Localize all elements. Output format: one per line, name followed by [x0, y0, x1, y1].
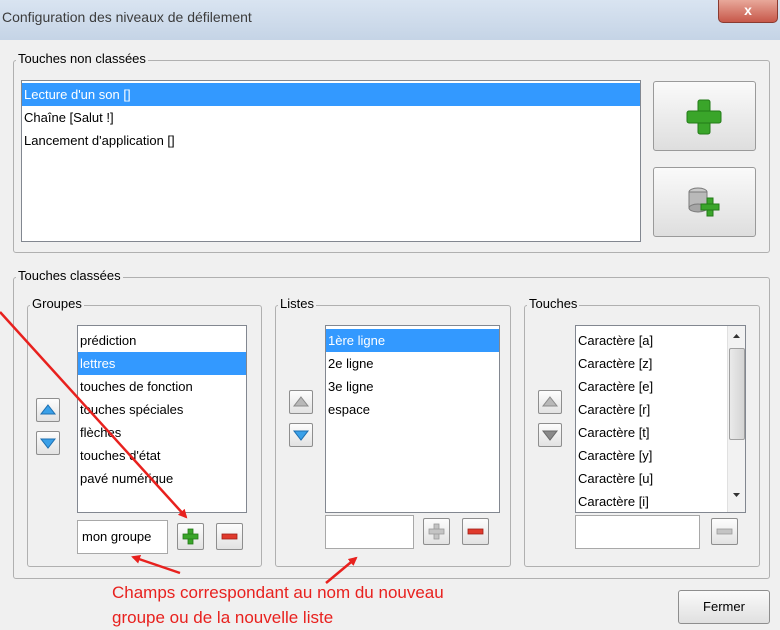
remove-key-button[interactable] [711, 518, 738, 545]
key-item[interactable]: Caractère [u] [576, 467, 745, 490]
group-item[interactable]: flèches [78, 421, 246, 444]
move-list-up-button[interactable] [289, 390, 313, 414]
group-item[interactable]: pavé numérique [78, 467, 246, 490]
list-item[interactable]: espace [326, 398, 499, 421]
arrow-down-icon [541, 430, 559, 441]
remove-list-button[interactable] [462, 518, 489, 545]
red-minus-icon [467, 528, 484, 535]
add-group-button[interactable] [177, 523, 204, 550]
key-filter-input[interactable] [575, 515, 700, 549]
green-plus-icon [182, 528, 199, 545]
arrow-up-icon [292, 396, 310, 407]
red-minus-icon [221, 533, 238, 540]
new-group-name-input[interactable]: mon groupe [77, 520, 168, 554]
scroll-up-icon[interactable] [728, 328, 745, 345]
move-key-down-button[interactable] [538, 423, 562, 447]
close-button[interactable]: Fermer [678, 590, 770, 624]
group-item[interactable]: prédiction [78, 329, 246, 352]
keys-list-scrollbar[interactable] [727, 326, 745, 512]
arrow-up-icon [39, 404, 57, 415]
remove-group-button[interactable] [216, 523, 243, 550]
new-list-name-input[interactable] [325, 515, 414, 549]
group-item[interactable]: touches de fonction [78, 375, 246, 398]
lists-list[interactable]: 1ère ligne 2e ligne 3e ligne espace [325, 325, 500, 513]
add-list-button[interactable] [423, 518, 450, 545]
unclassified-key-item[interactable]: Chaîne [Salut !] [22, 106, 640, 129]
move-key-up-button[interactable] [538, 390, 562, 414]
database-add-icon [688, 187, 720, 217]
list-item[interactable]: 1ère ligne [326, 329, 499, 352]
green-plus-icon [686, 99, 722, 135]
add-key-button[interactable] [653, 81, 756, 151]
scroll-thumb[interactable] [729, 348, 745, 440]
groups-label: Groupes [30, 296, 84, 311]
scroll-down-icon[interactable] [728, 486, 745, 503]
list-item[interactable]: 3e ligne [326, 375, 499, 398]
annotation-line-2: groupe ou de la nouvelle liste [112, 608, 334, 627]
keys-list[interactable]: Caractère [a] Caractère [z] Caractère [e] C… [575, 325, 746, 513]
classified-keys-label: Touches classées [16, 268, 123, 283]
key-item[interactable]: Caractère [a] [576, 329, 745, 352]
unclassified-keys-list[interactable]: Lecture d'un son [] Chaîne [Salut !] Lance… [21, 80, 641, 242]
window-title: Configuration des niveaux de défilement [2, 9, 252, 25]
move-group-down-button[interactable] [36, 431, 60, 455]
group-item[interactable]: touches spéciales [78, 398, 246, 421]
groups-list[interactable]: prédiction lettres touches de fonction touc… [77, 325, 247, 513]
keys-label: Touches [527, 296, 580, 311]
group-item[interactable]: touches d'état [78, 444, 246, 467]
minus-icon [716, 528, 733, 535]
unclassified-key-item[interactable]: Lecture d'un son [] [22, 83, 640, 106]
key-item[interactable]: Caractère [t] [576, 421, 745, 444]
unclassified-keys-label: Touches non classées [16, 51, 148, 66]
list-item[interactable]: 2e ligne [326, 352, 499, 375]
key-item[interactable]: Caractère [y] [576, 444, 745, 467]
annotation-line-1: Champs correspondant au nom du nouveau [112, 583, 444, 602]
arrow-down-icon [39, 438, 57, 449]
close-window-button[interactable]: x [718, 0, 778, 23]
move-group-up-button[interactable] [36, 398, 60, 422]
unclassified-key-item[interactable]: Lancement d'application [] [22, 129, 640, 152]
move-list-down-button[interactable] [289, 423, 313, 447]
arrow-up-icon [541, 396, 559, 407]
title-bar: Configuration des niveaux de défilement … [0, 0, 780, 40]
add-key-from-database-button[interactable] [653, 167, 756, 237]
key-item[interactable]: Caractère [e] [576, 375, 745, 398]
key-item[interactable]: Caractère [z] [576, 352, 745, 375]
group-item[interactable]: lettres [78, 352, 246, 375]
key-item[interactable]: Caractère [r] [576, 398, 745, 421]
key-item[interactable]: Caractère [i] [576, 490, 745, 512]
lists-label: Listes [278, 296, 316, 311]
arrow-down-icon [292, 430, 310, 441]
plus-icon [428, 523, 445, 540]
